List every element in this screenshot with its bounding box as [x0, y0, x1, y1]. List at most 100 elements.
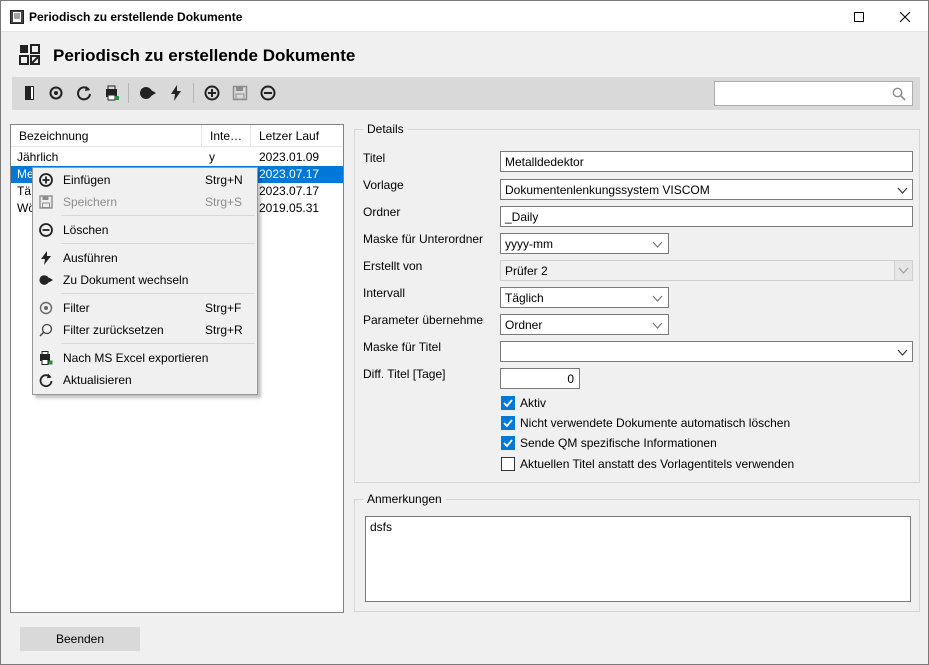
excel-export-icon [40, 351, 53, 365]
maximize-button[interactable] [836, 1, 882, 32]
end-button[interactable]: Beenden [20, 627, 140, 651]
titel-input[interactable]: Metalldedektor [500, 151, 913, 172]
excel-export-icon [106, 85, 119, 101]
diff-titel-value: 0 [567, 372, 574, 386]
menu-item-label: Filter zurücksetzen [63, 323, 164, 337]
add-icon [39, 173, 53, 187]
goto-document-icon [140, 87, 156, 99]
column-header-bezeichnung[interactable]: Bezeichnung [11, 125, 202, 147]
checkbox-label: Nicht verwendete Dokumente automatisch l… [520, 416, 791, 430]
vorlage-select[interactable]: Dokumentenlenkungssystem VISCOM [500, 179, 913, 200]
search-input[interactable] [717, 84, 887, 103]
checkbox-box[interactable] [501, 416, 515, 430]
intervall-select[interactable]: Täglich [500, 287, 669, 308]
checkbox-box[interactable] [501, 436, 515, 450]
vorlage-value: Dokumentenlenkungssystem VISCOM [505, 183, 710, 197]
menu-item-filter[interactable]: Filter Strg+F [35, 297, 255, 319]
field-label-titel: Titel [363, 151, 386, 165]
toolbar [12, 77, 920, 110]
remarks-legend: Anmerkungen [363, 492, 446, 506]
goto-document-icon [39, 275, 53, 285]
save-button[interactable] [229, 82, 251, 104]
parameter-select[interactable]: Ordner [500, 314, 669, 335]
save-icon [232, 85, 248, 101]
context-menu: Einfügen Strg+N Speichern Strg+S Löschen… [32, 167, 258, 395]
menu-separator [61, 343, 255, 344]
menu-item-aktualisieren[interactable]: Aktualisieren [35, 369, 255, 391]
add-icon [204, 85, 220, 101]
search-box[interactable] [714, 81, 913, 106]
remarks-group: Anmerkungen dsfs [354, 492, 920, 612]
maske-unterordner-select[interactable]: yyyy-mm [500, 233, 669, 254]
menu-item-label: Zu Dokument wechseln [63, 273, 189, 287]
search-icon [39, 323, 53, 337]
excel-export-button[interactable] [101, 82, 123, 104]
delete-button[interactable] [257, 82, 279, 104]
ordner-value: _Daily [505, 210, 539, 224]
app-icon [10, 10, 24, 24]
dashboard-icon [19, 44, 40, 65]
ordner-input[interactable]: _Daily [500, 206, 913, 227]
chevron-down-icon [652, 241, 663, 248]
chevron-down-icon [897, 349, 908, 356]
execute-button[interactable] [165, 82, 187, 104]
check-icon [503, 419, 513, 428]
goto-document-button[interactable] [137, 82, 159, 104]
checkbox-label: Sende QM spezifische Informationen [520, 436, 717, 450]
column-header-letzter-lauf[interactable]: Letzer Lauf [251, 125, 343, 147]
exit-icon [25, 86, 34, 100]
diff-titel-input[interactable]: 0 [500, 368, 580, 389]
add-button[interactable] [201, 82, 223, 104]
remarks-textarea[interactable]: dsfs [365, 516, 911, 602]
column-header-intervall[interactable]: Inte… [202, 125, 251, 147]
field-label-parameter: Parameter übernehmen [363, 313, 484, 327]
grid-header: Bezeichnung Inte… Letzer Lauf [11, 125, 343, 147]
check-icon [503, 439, 513, 448]
menu-item-ausfuehren[interactable]: Ausführen [35, 247, 255, 269]
titel-value: Metalldedektor [505, 155, 584, 169]
details-group: Details Titel Metalldedektor Vorlage Dok… [354, 122, 920, 483]
menu-item-excel-export[interactable]: Nach MS Excel exportieren [35, 347, 255, 369]
table-row[interactable]: Jährlich y 2023.01.09 [11, 149, 343, 166]
dropdown-button [894, 261, 912, 280]
cell-letzter-lauf: 2023.01.09 [259, 150, 320, 164]
menu-separator [61, 243, 255, 244]
toolbar-separator [128, 83, 129, 103]
erstellt-von-select[interactable]: Prüfer 2 [500, 260, 913, 281]
menu-item-shortcut: Strg+N [205, 173, 243, 187]
menu-item-label: Löschen [63, 223, 109, 237]
search-icon[interactable] [892, 87, 906, 101]
menu-item-einfuegen[interactable]: Einfügen Strg+N [35, 169, 255, 191]
refresh-button[interactable] [73, 82, 95, 104]
remarks-value: dsfs [370, 520, 393, 534]
menu-item-shortcut: Strg+F [205, 301, 242, 315]
check-icon [503, 399, 513, 408]
filter-reset-button[interactable] [45, 82, 67, 104]
delete-icon [260, 85, 276, 101]
menu-item-filter-zuruecksetzen[interactable]: Filter zurücksetzen Strg+R [35, 319, 255, 341]
field-label-intervall: Intervall [363, 286, 406, 300]
maske-titel-select[interactable] [500, 341, 913, 362]
chevron-down-icon [897, 187, 908, 194]
checkbox-label: Aktiv [520, 396, 547, 410]
page-title: Periodisch zu erstellende Dokumente [53, 46, 356, 65]
menu-item-label: Speichern [63, 195, 118, 209]
checkbox-box[interactable] [501, 396, 515, 410]
details-legend: Details [363, 122, 408, 136]
field-label-maske-unterordner: Maske für Unterordner [363, 232, 484, 246]
menu-item-label: Einfügen [63, 173, 111, 187]
close-button[interactable] [882, 1, 928, 32]
parameter-value: Ordner [505, 318, 543, 332]
close-icon [900, 11, 910, 22]
lightning-icon [171, 85, 181, 101]
filter-icon [39, 301, 53, 315]
menu-item-zu-dokument-wechseln[interactable]: Zu Dokument wechseln [35, 269, 255, 291]
checkbox-box[interactable] [501, 457, 515, 471]
menu-item-loeschen[interactable]: Löschen [35, 219, 255, 241]
exit-button[interactable] [19, 82, 41, 104]
field-label-vorlage: Vorlage [363, 178, 404, 192]
cell-intervall: y [209, 150, 215, 164]
checkbox-label: Aktuellen Titel anstatt des Vorlagentite… [520, 457, 795, 471]
cell-letzter-lauf: 2023.07.17 [251, 166, 343, 183]
menu-item-speichern[interactable]: Speichern Strg+S [35, 191, 255, 213]
